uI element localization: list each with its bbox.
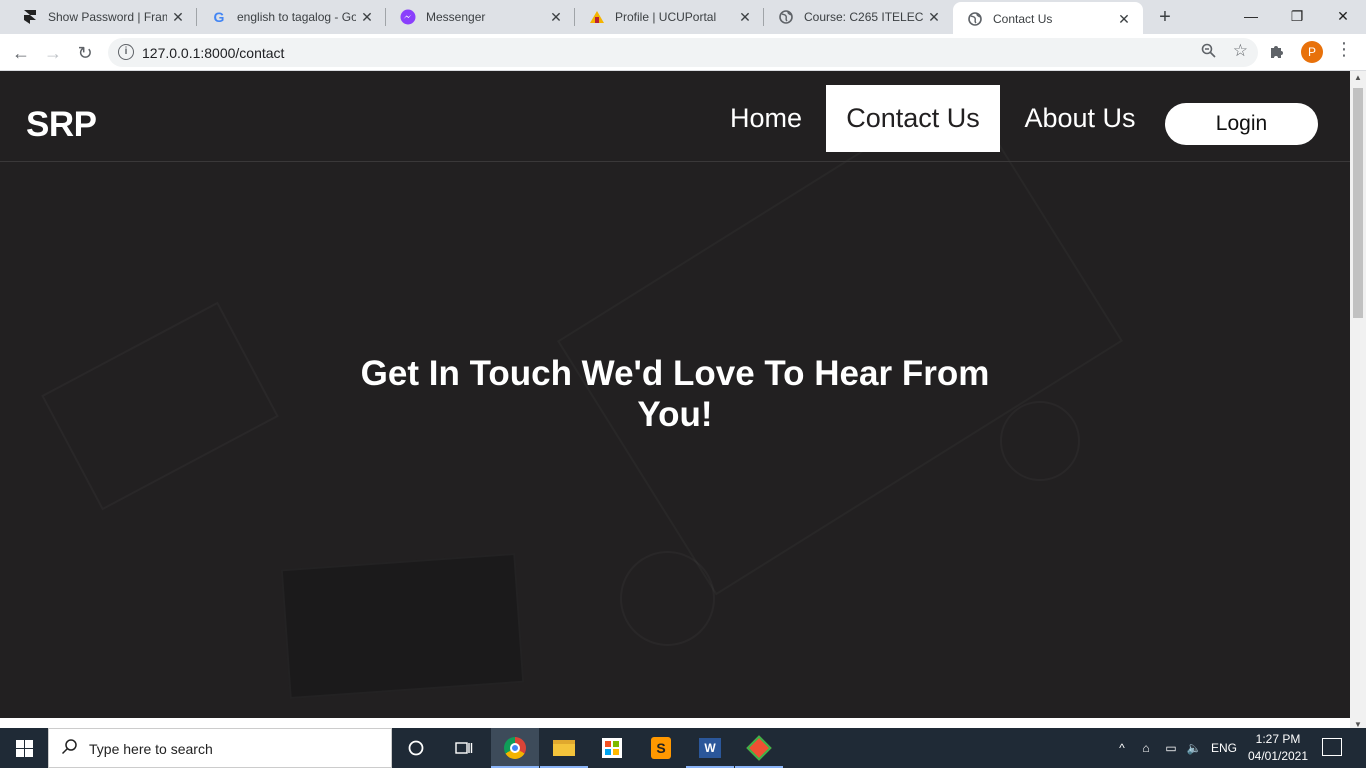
- page-scrollbar[interactable]: ▲ ▼: [1350, 71, 1366, 729]
- close-icon[interactable]: ✕: [356, 9, 378, 26]
- back-arrow-icon[interactable]: ←: [7, 39, 35, 67]
- zoom-icon[interactable]: [1201, 43, 1216, 62]
- tab-title: Course: C265 ITELEC10: [804, 10, 923, 24]
- sublime-taskbar-icon[interactable]: S: [637, 728, 685, 768]
- sublime-text-icon: S: [651, 737, 671, 759]
- browser-tab[interactable]: Show Password | Frame ✕: [8, 0, 197, 34]
- close-icon[interactable]: ✕: [1113, 11, 1135, 28]
- forward-arrow-icon[interactable]: →: [39, 39, 67, 67]
- google-icon: G: [213, 9, 225, 25]
- folder-icon: [553, 740, 575, 756]
- portal-icon: [589, 9, 605, 25]
- windows-start-button[interactable]: [0, 728, 48, 768]
- new-tab-plus-icon[interactable]: +: [1152, 4, 1178, 30]
- browser-tab[interactable]: Course: C265 ITELEC10 ✕: [764, 0, 953, 34]
- windows-logo-icon: [15, 739, 33, 757]
- nav-link-contact-us[interactable]: Contact Us: [826, 85, 1000, 152]
- browser-tab[interactable]: G english to tagalog - Go ✕: [197, 0, 386, 34]
- clock-time: 1:27 PM: [1255, 732, 1301, 746]
- site-navbar: SRP Home Contact Us About Us Login: [0, 71, 1350, 162]
- profile-avatar[interactable]: P: [1301, 41, 1323, 63]
- browser-tab[interactable]: Profile | UCUPortal ✕: [575, 0, 764, 34]
- clock-date: 04/01/2021: [1247, 749, 1309, 763]
- battery-icon[interactable]: ▭: [1160, 728, 1182, 768]
- reload-icon[interactable]: ↻: [71, 39, 99, 67]
- site-brand-logo[interactable]: SRP: [26, 105, 97, 145]
- hero-heading-text: Get In Touch We'd Love To Hear From You!: [360, 354, 990, 434]
- globe-icon: [778, 9, 794, 25]
- language-indicator[interactable]: ENG: [1208, 728, 1240, 768]
- chrome-icon: [504, 737, 526, 759]
- notification-center-icon[interactable]: [1322, 738, 1342, 756]
- messenger-icon: [400, 9, 416, 25]
- background-shape: [557, 87, 1123, 596]
- word-icon: W: [699, 738, 721, 758]
- tab-title: Contact Us: [993, 12, 1053, 26]
- nav-link-home[interactable]: Home: [712, 85, 820, 152]
- background-shape: [280, 552, 525, 700]
- tab-title: Messenger: [426, 10, 486, 24]
- window-close-icon[interactable]: ✕: [1320, 0, 1366, 34]
- chrome-taskbar-icon[interactable]: [491, 728, 539, 768]
- scrollbar-thumb[interactable]: [1353, 88, 1363, 318]
- address-bar[interactable]: i 127.0.0.1:8000/contact ☆: [108, 38, 1258, 67]
- globe-icon: [967, 11, 983, 27]
- store-taskbar-icon[interactable]: [588, 728, 636, 768]
- hero-heading: Get In Touch We'd Love To Hear From You!: [0, 353, 1350, 435]
- minimize-icon[interactable]: —: [1228, 0, 1274, 34]
- close-icon[interactable]: ✕: [545, 9, 567, 26]
- cortana-icon[interactable]: [392, 728, 440, 768]
- extensions-puzzle-icon[interactable]: [1269, 43, 1285, 63]
- tab-title: Profile | UCUPortal: [615, 10, 717, 24]
- close-icon[interactable]: ✕: [734, 9, 756, 26]
- browser-toolbar: ← → ↻ i 127.0.0.1:8000/contact ☆ P ⋮: [0, 34, 1366, 71]
- task-view-icon[interactable]: [440, 728, 488, 768]
- microsoft-store-icon: [602, 738, 622, 758]
- site-info-icon[interactable]: i: [118, 44, 134, 60]
- search-placeholder: Type here to search: [89, 741, 213, 757]
- url-text[interactable]: 127.0.0.1:8000/contact: [142, 45, 284, 61]
- file-explorer-taskbar-icon[interactable]: [540, 728, 588, 768]
- menu-kebab-icon[interactable]: ⋮: [1335, 39, 1353, 60]
- page-bottom-strip: [0, 718, 1350, 728]
- windows-taskbar: Type here to search S W ^ ⌂ ▭ 🔈 ENG 1:27…: [0, 728, 1366, 768]
- scroll-up-arrow-icon[interactable]: ▲: [1354, 73, 1362, 82]
- nav-link-about-us[interactable]: About Us: [1006, 85, 1154, 152]
- browser-tab[interactable]: Messenger ✕: [386, 0, 575, 34]
- close-icon[interactable]: ✕: [923, 9, 945, 26]
- background-shape: [620, 551, 715, 646]
- close-icon[interactable]: ✕: [167, 9, 189, 26]
- tab-title: Show Password | Frame: [48, 10, 167, 24]
- search-icon: [61, 738, 78, 760]
- tray-chevron-up-icon[interactable]: ^: [1113, 728, 1131, 768]
- git-icon: [746, 735, 772, 761]
- bookmark-star-icon[interactable]: ☆: [1233, 41, 1248, 61]
- framer-icon: [22, 9, 38, 25]
- browser-tab-active[interactable]: Contact Us ✕: [953, 2, 1143, 36]
- taskbar-clock[interactable]: 1:27 PM 04/01/2021: [1244, 731, 1312, 765]
- git-taskbar-icon[interactable]: [735, 728, 783, 768]
- word-taskbar-icon[interactable]: W: [686, 728, 734, 768]
- login-button[interactable]: Login: [1165, 103, 1318, 145]
- browser-tab-strip: Show Password | Frame ✕ G english to tag…: [0, 0, 1366, 36]
- volume-icon[interactable]: 🔈: [1184, 728, 1204, 768]
- taskbar-search-box[interactable]: Type here to search: [48, 728, 392, 768]
- restore-icon[interactable]: ❐: [1274, 0, 1320, 34]
- tab-title: english to tagalog - Go: [237, 10, 356, 24]
- page-viewport: SRP Home Contact Us About Us Login Get I…: [0, 71, 1350, 718]
- meet-now-icon[interactable]: ⌂: [1137, 728, 1155, 768]
